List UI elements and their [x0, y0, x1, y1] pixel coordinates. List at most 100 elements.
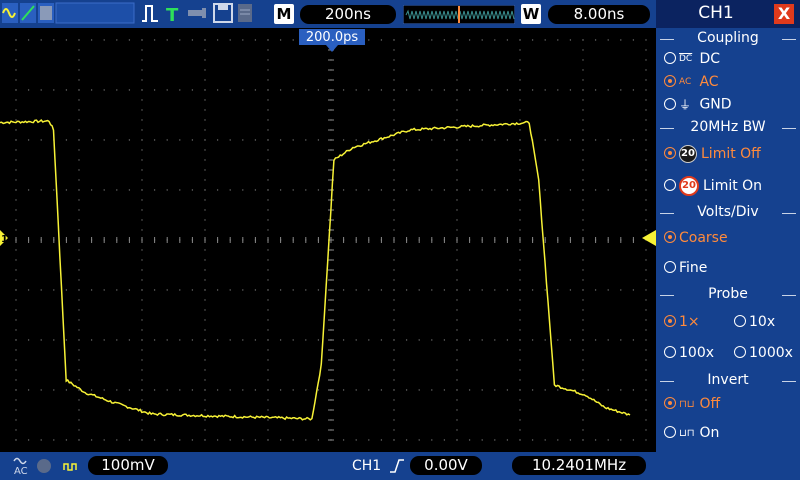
coupling-ac-option[interactable]: AC AC	[664, 74, 719, 90]
grid-dot	[519, 429, 521, 431]
grid-dot	[254, 89, 257, 91]
grid-dot	[267, 439, 269, 441]
grid-dot	[519, 69, 521, 71]
grid-dot	[582, 339, 584, 341]
probe-100x-option[interactable]: 100x	[664, 345, 714, 361]
grid-dot	[531, 389, 534, 391]
grid-dot	[443, 389, 446, 391]
probe-10x-option[interactable]: 10x	[734, 314, 775, 330]
grid-dot	[494, 289, 496, 291]
grid-dot	[393, 179, 395, 181]
grid-dot	[632, 439, 635, 441]
radio-icon	[664, 261, 676, 273]
grid-dot	[431, 89, 433, 91]
grid-dot	[292, 439, 294, 441]
grid-dot	[393, 79, 395, 81]
grid-dot	[418, 89, 420, 91]
grid-dot	[519, 179, 521, 181]
grid-dot	[393, 429, 395, 431]
grid-dot	[78, 359, 80, 361]
grid-dot	[204, 329, 206, 331]
vdiv-fine-option[interactable]: Fine	[664, 260, 707, 276]
grid-dot	[179, 139, 181, 141]
grid-dot	[204, 179, 206, 181]
grid-dot	[519, 299, 521, 301]
grid-dot	[204, 269, 206, 271]
volts-div-header: Volts/Div	[656, 204, 800, 220]
close-icon[interactable]: X	[774, 4, 794, 24]
grid-dot	[620, 439, 622, 441]
grid-dot	[506, 289, 509, 291]
waveform-display[interactable]: 200.0ps 1	[0, 28, 656, 452]
probe-1x-option[interactable]: 1×	[664, 314, 700, 330]
grid-dot	[645, 409, 647, 411]
window-timebase-readout[interactable]: 8.00ns	[548, 5, 650, 24]
grid-dot	[355, 389, 357, 391]
grid-dot	[15, 389, 17, 391]
grid-dot	[78, 79, 80, 81]
grid-dot	[279, 89, 282, 91]
grid-dot	[305, 389, 307, 391]
bw-limit-on-option[interactable]: 20 Limit On	[664, 176, 762, 196]
grid-dot	[242, 139, 244, 141]
grid-dot	[65, 89, 68, 91]
grid-dot	[481, 189, 483, 191]
memory-position-bar[interactable]	[403, 5, 515, 24]
grid-dot	[519, 39, 521, 41]
usb-icon	[188, 8, 206, 18]
coupling-gnd-option[interactable]: ⏚ GND	[664, 96, 732, 113]
timebase-readout[interactable]: 200ns	[300, 5, 396, 24]
grid-dot	[204, 209, 206, 211]
grid-dot	[204, 69, 206, 71]
grid-dot	[582, 179, 584, 181]
grid-dot	[90, 289, 93, 291]
invert-off-option[interactable]: ⊓⊔ Off	[664, 396, 720, 412]
grid-dot	[380, 89, 383, 91]
grid-dot	[27, 289, 30, 291]
probe-1000x-option[interactable]: 1000x	[734, 345, 793, 361]
grid-dot	[229, 39, 231, 41]
grid-dot	[65, 289, 68, 291]
coupling-dc-option[interactable]: DC DC	[664, 51, 720, 67]
grid-dot	[204, 399, 206, 401]
grid-dot	[40, 189, 42, 191]
grid-dot	[632, 389, 635, 391]
printer-icon[interactable]	[238, 4, 252, 22]
grid-dot	[128, 89, 131, 91]
grid-dot	[267, 429, 269, 431]
persist-display-icon[interactable]	[38, 3, 54, 23]
grid-dot	[78, 49, 80, 51]
grid-dot	[418, 289, 420, 291]
grid-dot	[103, 189, 105, 191]
grid-dot	[191, 139, 194, 141]
grid-dot	[78, 269, 80, 271]
grid-dot	[141, 169, 143, 171]
grid-dot	[65, 439, 68, 441]
bw-limit-off-option[interactable]: 20 Limit Off	[664, 145, 761, 163]
grid-dot	[519, 189, 521, 191]
volts-per-div-readout[interactable]: 100mV	[88, 456, 168, 475]
grid-dot	[15, 319, 17, 321]
save-disk-icon[interactable]	[213, 3, 233, 23]
grid-dot	[40, 139, 42, 141]
grid-dot	[78, 379, 80, 381]
grid-dot	[645, 119, 647, 121]
grid-dot	[229, 139, 231, 141]
vector-display-icon[interactable]	[20, 3, 36, 23]
grid-dot	[393, 409, 395, 411]
run-mode-icon[interactable]	[2, 3, 18, 23]
vdiv-coarse-option[interactable]: Coarse	[664, 230, 728, 246]
grid-dot	[78, 279, 80, 281]
grid-dot	[204, 89, 206, 91]
trigger-level-readout[interactable]: 0.00V	[410, 456, 482, 475]
grid-dot	[141, 289, 143, 291]
invert-on-option[interactable]: ⊔⊓ On	[664, 425, 719, 441]
grid-dot	[645, 149, 647, 151]
grid-dot	[393, 219, 395, 221]
grid-dot	[443, 89, 446, 91]
grid-dot	[166, 289, 168, 291]
grid-dot	[645, 69, 647, 71]
grid-dot	[418, 139, 420, 141]
grid-dot	[15, 219, 17, 221]
grid-dot	[242, 89, 244, 91]
